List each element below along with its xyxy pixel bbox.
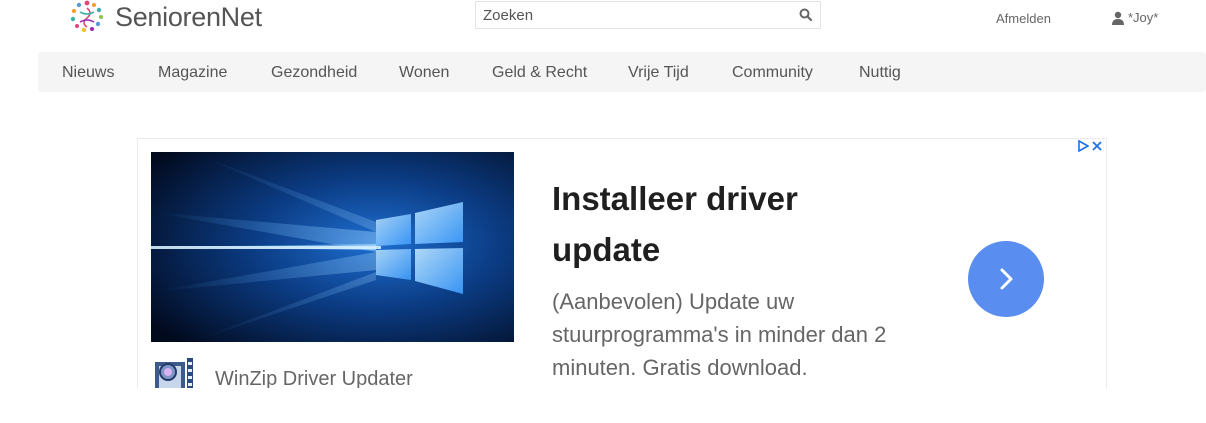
nav-item-vrije-tijd[interactable]: Vrije Tijd [628,64,689,82]
adchoices-icon[interactable] [1077,139,1090,157]
ad-cta-button[interactable] [968,241,1044,317]
main-nav: Nieuws Magazine Gezondheid Wonen Geld & … [38,52,1206,92]
nav-item-gezondheid[interactable]: Gezondheid [271,64,357,82]
logout-link[interactable]: Afmelden [996,11,1051,26]
username: *Joy* [1128,10,1159,25]
ad-headline[interactable]: Installeer driver update [552,173,882,275]
nav-item-nieuws[interactable]: Nieuws [62,64,114,82]
close-icon[interactable] [1091,139,1103,157]
user-icon [1112,11,1124,25]
nav-item-magazine[interactable]: Magazine [158,64,227,82]
nav-item-wonen[interactable]: Wonen [399,64,449,82]
ad-image[interactable] [151,152,514,342]
ad-controls [1077,139,1103,157]
ad-description[interactable]: (Aanbevolen) Update uw stuurprogramma's … [552,285,912,384]
seniorennet-logo-icon [70,0,103,33]
chevron-right-icon [1000,268,1013,290]
search-box [475,1,821,29]
nav-item-nuttig[interactable]: Nuttig [859,64,901,82]
winzip-logo-icon [155,358,193,388]
nav-item-geld-recht[interactable]: Geld & Recht [492,64,587,82]
site-logo[interactable]: SeniorenNet [68,0,262,34]
brand-name: SeniorenNet [115,1,262,32]
user-menu[interactable]: *Joy* [1111,10,1158,25]
search-icon[interactable] [798,7,814,23]
nav-item-community[interactable]: Community [732,64,813,82]
advertisement[interactable]: WinZip Driver Updater Installeer driver … [137,138,1107,388]
search-input[interactable] [476,2,783,28]
ad-advertiser[interactable]: WinZip Driver Updater [215,368,413,388]
